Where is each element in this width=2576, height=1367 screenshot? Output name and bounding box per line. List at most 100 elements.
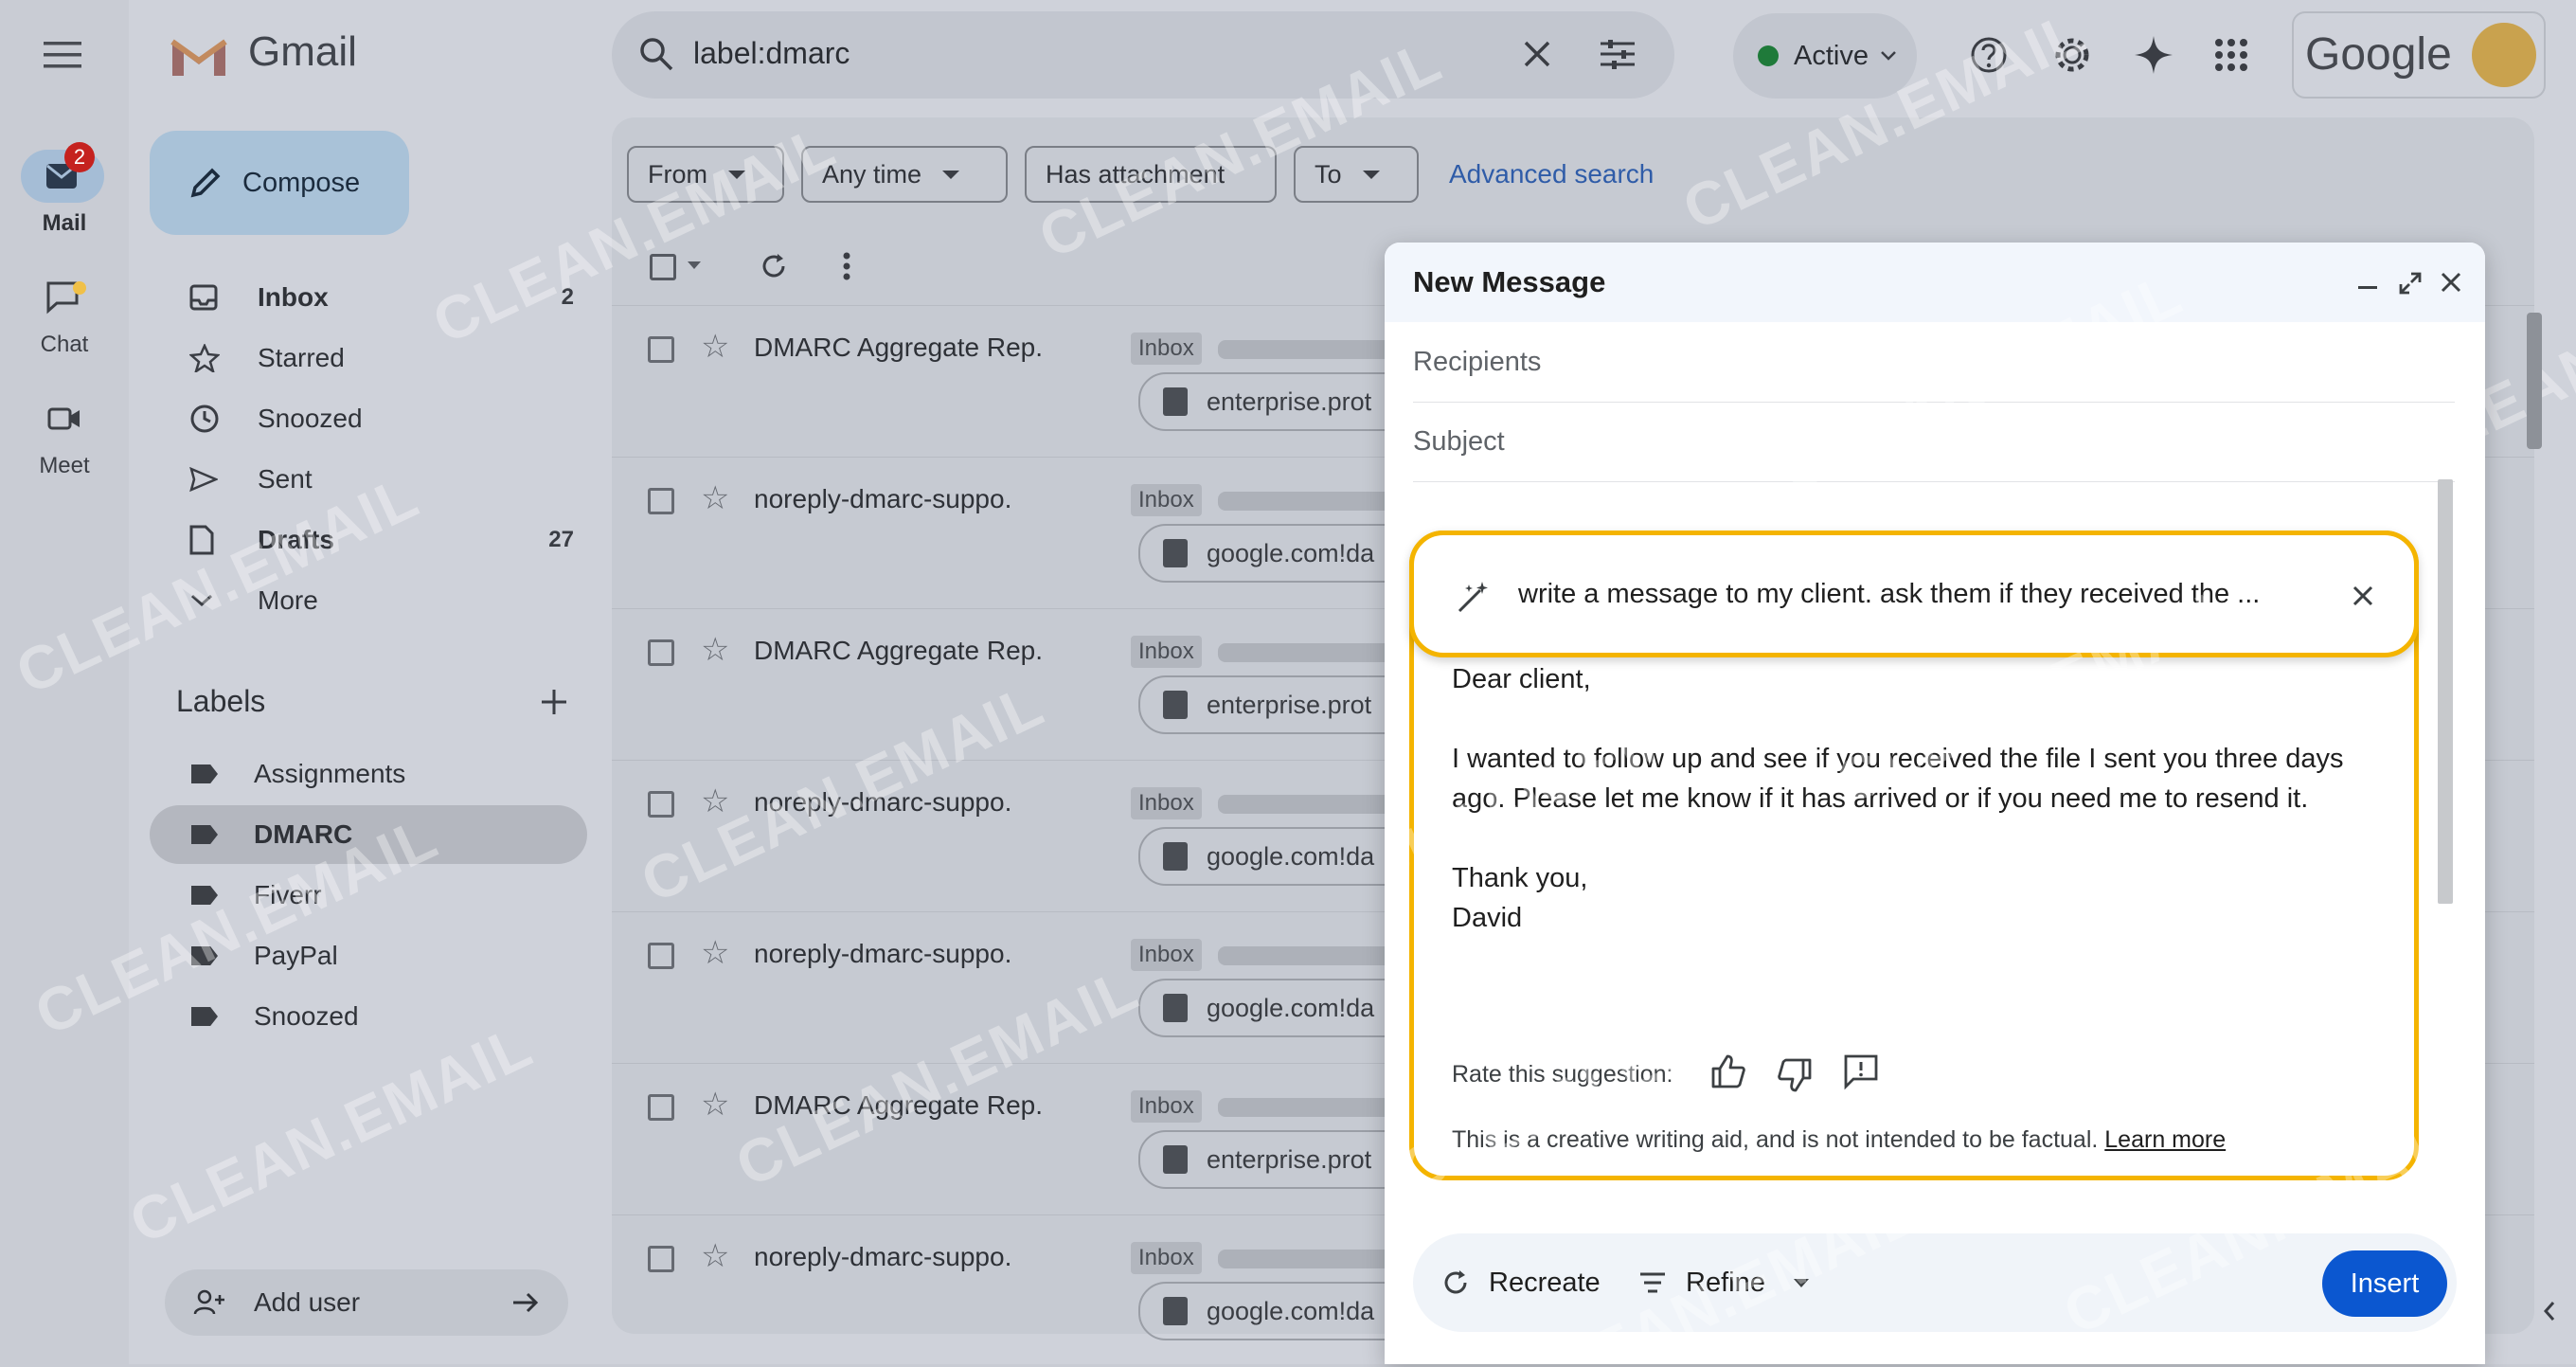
refresh-icon — [1441, 1268, 1470, 1297]
compose-header[interactable]: New Message — [1385, 243, 2485, 322]
rail-mail-label[interactable]: Mail — [0, 210, 129, 237]
row-checkbox[interactable] — [648, 1094, 674, 1121]
search-options-icon[interactable] — [1599, 38, 1637, 70]
star-icon[interactable]: ☆ — [701, 331, 729, 363]
advanced-search-link[interactable]: Advanced search — [1449, 159, 1654, 189]
row-checkbox[interactable] — [648, 488, 674, 514]
status-dot-icon — [1758, 45, 1779, 66]
expand-icon[interactable] — [2398, 271, 2423, 296]
search-bar[interactable]: label:dmarc — [612, 11, 1674, 99]
filter-to-chip[interactable]: To — [1294, 146, 1419, 203]
compose-scrollbar[interactable] — [2438, 479, 2453, 904]
close-icon[interactable] — [2440, 271, 2462, 294]
refresh-icon[interactable] — [760, 252, 788, 280]
star-icon[interactable]: ☆ — [701, 634, 729, 666]
thumbs-up-icon[interactable] — [1709, 1052, 1747, 1090]
recreate-button[interactable]: Recreate — [1441, 1256, 1601, 1309]
close-prompt-icon[interactable] — [2352, 585, 2374, 607]
star-icon[interactable]: ☆ — [701, 937, 729, 969]
attachment-chip[interactable]: google.com!da — [1138, 1282, 1426, 1340]
refine-lines-icon — [1638, 1271, 1667, 1294]
video-icon[interactable] — [47, 405, 81, 432]
filter-has-attachment-chip[interactable]: Has attachment — [1025, 146, 1277, 203]
row-checkbox[interactable] — [648, 1246, 674, 1272]
star-icon[interactable]: ☆ — [701, 1240, 729, 1272]
main-scrollbar[interactable] — [2527, 313, 2542, 449]
filter-from-chip[interactable]: From — [627, 146, 784, 203]
caret-down-icon — [1793, 1278, 1809, 1287]
search-input[interactable]: label:dmarc — [693, 36, 850, 71]
avatar[interactable] — [2472, 23, 2536, 87]
email-sender: noreply-dmarc-suppo. — [754, 484, 1012, 513]
disclaimer-text: This is a creative writing aid, and is n… — [1452, 1126, 2099, 1153]
attachment-chip[interactable]: google.com!da — [1138, 524, 1426, 583]
inbox-badge: Inbox — [1131, 1090, 1202, 1123]
select-all-checkbox[interactable] — [650, 254, 676, 280]
label-text: PayPal — [254, 941, 338, 970]
rail-chat-label[interactable]: Chat — [0, 332, 129, 358]
attachment-name: enterprise.prot — [1207, 387, 1372, 416]
clear-search-icon[interactable] — [1523, 40, 1551, 68]
row-checkbox[interactable] — [648, 336, 674, 363]
attachment-chip[interactable]: enterprise.prot — [1138, 372, 1426, 431]
gemini-sparkle-icon[interactable] — [2133, 34, 2174, 76]
settings-gear-icon[interactable] — [2053, 36, 2091, 74]
chip-label: Any time — [822, 159, 922, 189]
ai-prompt-bar[interactable]: write a message to my client. ask them i… — [1409, 531, 2419, 657]
insert-button[interactable]: Insert — [2322, 1250, 2447, 1317]
attachment-chip[interactable]: enterprise.prot — [1138, 675, 1426, 734]
nav-more-label: More — [258, 585, 318, 615]
label-tag-icon — [191, 946, 218, 965]
attachment-chip[interactable]: google.com!da — [1138, 827, 1426, 886]
rate-suggestion-label: Rate this suggestion: — [1452, 1061, 1673, 1088]
email-sender: DMARC Aggregate Rep. — [754, 1090, 1044, 1120]
label-tag-icon — [191, 886, 218, 905]
label-text: DMARC — [254, 819, 353, 849]
more-vert-icon[interactable] — [843, 252, 850, 280]
row-checkbox[interactable] — [648, 943, 674, 969]
chat-icon[interactable] — [45, 280, 87, 316]
document-icon — [1163, 387, 1188, 416]
arrow-right-icon — [511, 1291, 540, 1314]
send-icon — [189, 467, 227, 492]
rail-meet-label[interactable]: Meet — [0, 453, 129, 479]
redacted-subject — [1218, 643, 1407, 662]
help-icon[interactable] — [1970, 36, 2008, 74]
minimize-icon[interactable] — [2358, 286, 2377, 289]
add-label-icon[interactable] — [540, 688, 568, 716]
main-menu-icon[interactable] — [44, 42, 81, 68]
compose-window: New Message Recipients Subject write a m… — [1385, 243, 2485, 1364]
subject-field[interactable]: Subject — [1413, 402, 2455, 482]
document-icon — [1163, 994, 1188, 1022]
learn-more-link[interactable]: Learn more — [2104, 1126, 2226, 1153]
star-icon[interactable]: ☆ — [701, 785, 729, 818]
add-user-button[interactable]: Add user — [165, 1269, 568, 1336]
collapse-panel-chevron-icon[interactable] — [2531, 1285, 2568, 1338]
account-button[interactable]: Google — [2292, 11, 2546, 99]
caret-down-icon — [942, 170, 960, 179]
app-logo-text: Gmail — [248, 28, 357, 75]
label-text: Fiverr — [254, 880, 322, 909]
row-checkbox[interactable] — [648, 639, 674, 666]
status-button[interactable]: Active — [1733, 13, 1917, 99]
filter-any-time-chip[interactable]: Any time — [801, 146, 1008, 203]
recipients-field[interactable]: Recipients — [1413, 322, 2455, 403]
pencil-icon — [188, 165, 224, 201]
compose-button[interactable]: Compose — [150, 131, 409, 235]
gmail-logo-icon — [169, 34, 229, 80]
star-icon[interactable]: ☆ — [701, 1088, 729, 1121]
chevron-down-icon — [1880, 50, 1897, 62]
report-feedback-icon[interactable] — [1842, 1052, 1880, 1090]
star-icon[interactable]: ☆ — [701, 482, 729, 514]
attachment-name: enterprise.prot — [1207, 1144, 1372, 1174]
magic-wand-icon — [1454, 579, 1492, 617]
apps-grid-icon[interactable] — [2214, 38, 2248, 72]
caret-down-icon[interactable] — [688, 261, 701, 269]
row-checkbox[interactable] — [648, 791, 674, 818]
thumbs-down-icon[interactable] — [1776, 1056, 1814, 1094]
refine-button[interactable]: Refine — [1638, 1256, 1809, 1309]
caret-down-icon — [728, 170, 745, 179]
attachment-chip[interactable]: enterprise.prot — [1138, 1130, 1426, 1189]
label-dmarc[interactable]: DMARC — [150, 805, 587, 864]
attachment-chip[interactable]: google.com!da — [1138, 979, 1426, 1037]
